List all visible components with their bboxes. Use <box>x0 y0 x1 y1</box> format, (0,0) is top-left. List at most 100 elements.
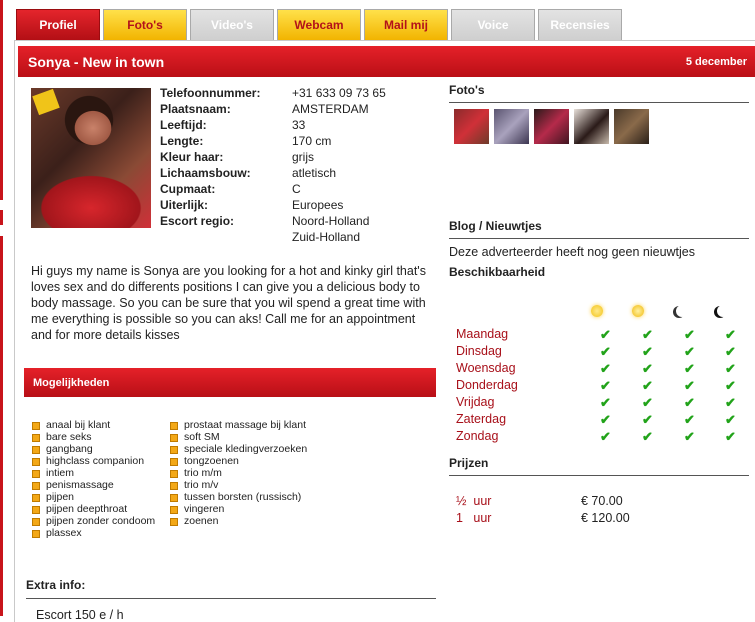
detail-label: Leeftijd: <box>160 118 207 132</box>
photo-badge <box>32 88 60 116</box>
check-icon: ✔ <box>684 395 695 410</box>
profile-date: 5 december <box>685 55 747 68</box>
check-icon: ✔ <box>725 378 736 393</box>
sun-icon <box>591 305 603 317</box>
detail-label: Plaatsnaam: <box>160 102 231 116</box>
check-icon: ✔ <box>684 429 695 444</box>
bullet-icon <box>32 482 40 490</box>
option-item: pijpen <box>32 491 155 503</box>
price-row: ½ uur € 70.00 <box>456 494 623 508</box>
checkmark-column: ✔ ✔ ✔ ✔ ✔ ✔ ✔ <box>642 326 653 445</box>
no-news-text: Deze adverteerder heeft nog geen nieuwtj… <box>449 245 695 259</box>
price-row: 1 uur € 120.00 <box>456 511 630 525</box>
check-icon: ✔ <box>642 344 653 359</box>
price-amount: € 70.00 <box>581 494 623 508</box>
bullet-icon <box>170 494 178 502</box>
detail-row: Leeftijd: 33 <box>160 117 386 133</box>
detail-value: grijs <box>292 150 315 164</box>
detail-row: Escort regio: Noord-Holland <box>160 213 386 229</box>
sun-icon <box>632 305 644 317</box>
detail-label: Kleur haar: <box>160 150 224 164</box>
tab-webcam[interactable]: Webcam <box>277 9 361 40</box>
tab-fotos[interactable]: Foto's <box>103 9 187 40</box>
tab-profiel[interactable]: Profiel <box>16 9 100 40</box>
check-icon: ✔ <box>684 361 695 376</box>
tab-voice: Voice <box>451 9 535 40</box>
check-icon: ✔ <box>684 344 695 359</box>
option-item: bare seks <box>32 431 155 443</box>
checkmark-column: ✔ ✔ ✔ ✔ ✔ ✔ ✔ <box>725 326 736 445</box>
detail-value: Zuid-Holland <box>292 230 361 244</box>
profile-details: Telefoonnummer: +31 633 09 73 65 Plaatsna… <box>160 85 386 245</box>
mogelijkheden-header: Mogelijkheden <box>24 368 436 397</box>
option-item: speciale kledingverzoeken <box>170 443 307 455</box>
checkmark-column: ✔ ✔ ✔ ✔ ✔ ✔ ✔ <box>600 326 611 445</box>
detail-label: Uiterlijk: <box>160 198 209 212</box>
check-icon: ✔ <box>642 378 653 393</box>
detail-value: 33 <box>292 118 306 132</box>
option-item: vingeren <box>170 503 307 515</box>
availability-heading: Beschikbaarheid <box>449 265 546 279</box>
option-item: highclass companion <box>32 455 155 467</box>
detail-value: AMSTERDAM <box>292 102 369 116</box>
blog-heading: Blog / Nieuwtjes <box>449 219 749 239</box>
options-col-2: prostaat massage bij klant soft SM speci… <box>170 419 307 527</box>
profile-photo[interactable] <box>31 88 151 228</box>
profile-tabs: Profiel Foto's Video's Webcam Mail mij V… <box>16 9 625 40</box>
photo-thumbnail[interactable] <box>454 109 489 144</box>
photo-thumbnail[interactable] <box>494 109 529 144</box>
photo-thumbnail[interactable] <box>574 109 609 144</box>
check-icon: ✔ <box>642 327 653 342</box>
detail-value: atletisch <box>292 166 337 180</box>
detail-row: Plaatsnaam: AMSTERDAM <box>160 101 386 117</box>
check-icon: ✔ <box>642 395 653 410</box>
photo-thumbnail[interactable] <box>614 109 649 144</box>
day-label: Woensdag <box>456 361 516 375</box>
option-item: penismassage <box>32 479 155 491</box>
check-icon: ✔ <box>600 412 611 427</box>
bullet-icon <box>170 446 178 454</box>
bullet-icon <box>170 482 178 490</box>
left-edge <box>0 0 6 622</box>
availability-days: Maandag Dinsdag Woensdag Donderdag Vrijd… <box>456 326 518 445</box>
option-item: prostaat massage bij klant <box>170 419 307 431</box>
bullet-icon <box>32 458 40 466</box>
photo-thumbnails <box>454 109 654 144</box>
check-icon: ✔ <box>725 344 736 359</box>
detail-row: Cupmaat: C <box>160 181 386 197</box>
detail-row: Uiterlijk: Europees <box>160 197 386 213</box>
check-icon: ✔ <box>725 412 736 427</box>
photo-thumbnail[interactable] <box>534 109 569 144</box>
day-label: Vrijdag <box>456 395 495 409</box>
profile-description: Hi guys my name is Sonya are you looking… <box>31 264 426 342</box>
option-item: gangbang <box>32 443 155 455</box>
bullet-icon <box>32 434 40 442</box>
check-icon: ✔ <box>642 429 653 444</box>
detail-label: Telefoonnummer: <box>160 86 261 100</box>
bullet-icon <box>170 422 178 430</box>
check-icon: ✔ <box>684 412 695 427</box>
detail-label: Lichaamsbouw: <box>160 166 251 180</box>
check-icon: ✔ <box>600 361 611 376</box>
bullet-icon <box>170 458 178 466</box>
bullet-icon <box>32 494 40 502</box>
profile-title-bar: Sonya - New in town 5 december <box>18 46 755 77</box>
option-item: tussen borsten (russisch) <box>170 491 307 503</box>
option-item: intiem <box>32 467 155 479</box>
fotos-heading: Foto's <box>449 83 749 103</box>
price-duration: ½ uur <box>456 494 492 508</box>
option-item: tongzoenen <box>170 455 307 467</box>
tab-mail-mij[interactable]: Mail mij <box>364 9 448 40</box>
check-icon: ✔ <box>600 429 611 444</box>
day-label: Zondag <box>456 429 499 443</box>
option-item: plassex <box>32 527 155 539</box>
check-icon: ✔ <box>642 412 653 427</box>
price-amount: € 120.00 <box>581 511 630 525</box>
checkmark-column: ✔ ✔ ✔ ✔ ✔ ✔ ✔ <box>684 326 695 445</box>
bullet-icon <box>170 470 178 478</box>
day-label: Maandag <box>456 327 509 341</box>
price-duration: 1 uur <box>456 511 492 525</box>
detail-row: Kleur haar: grijs <box>160 149 386 165</box>
check-icon: ✔ <box>600 327 611 342</box>
detail-row: Lengte: 170 cm <box>160 133 386 149</box>
